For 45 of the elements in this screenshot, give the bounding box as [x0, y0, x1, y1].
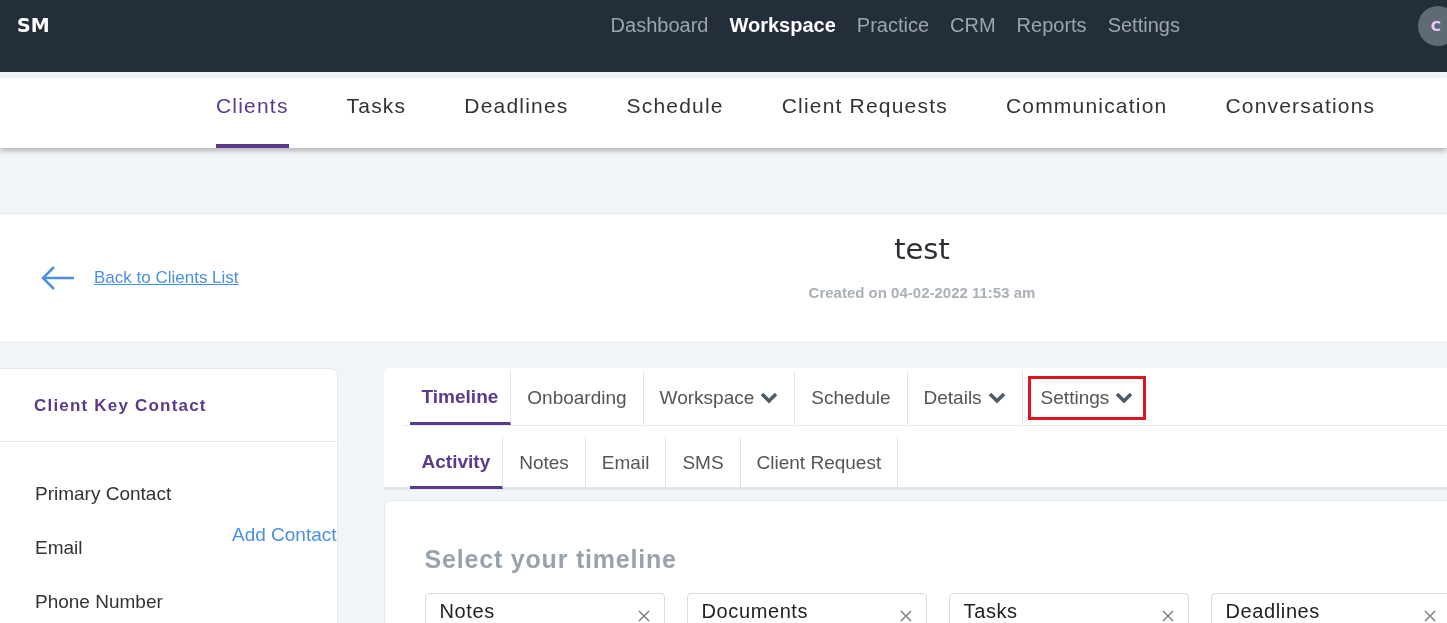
nav-link[interactable]: Reports [1016, 13, 1087, 37]
tab[interactable]: SMS [666, 437, 741, 489]
avatar[interactable]: C [1418, 6, 1447, 46]
brand-logo[interactable]: SM [17, 14, 50, 36]
close-icon[interactable] [1423, 610, 1436, 622]
client-name: test [894, 232, 950, 266]
created-date: Created on 04-02-2022 11:53 am [808, 284, 1036, 301]
card-title: Client Key Contact [0, 369, 337, 442]
tab[interactable]: Workspace [643, 371, 796, 425]
tab[interactable]: Schedule [795, 371, 908, 425]
nav-tab[interactable]: Schedule [626, 78, 724, 148]
select-field[interactable]: Notes [424, 593, 665, 623]
nav-link[interactable]: Practice [856, 13, 930, 37]
nav-tab[interactable]: Communication [1005, 78, 1168, 148]
chevron-down-icon [987, 392, 1006, 404]
chevron-down-icon [1115, 392, 1134, 404]
tab[interactable]: Onboarding [511, 371, 644, 425]
nav-tab[interactable]: Client Requests [781, 78, 948, 148]
tab[interactable]: Timeline [409, 371, 512, 425]
tab[interactable]: Details [907, 371, 1023, 425]
back-arrow-icon[interactable] [40, 265, 76, 291]
nav-link[interactable]: Dashboard [610, 13, 709, 37]
nav-tab[interactable]: Tasks [346, 78, 407, 148]
field-label: Primary Contact [35, 482, 173, 506]
tab[interactable]: Settings [1022, 371, 1152, 425]
chevron-down-icon [760, 392, 779, 404]
tab[interactable]: Client Request [740, 437, 899, 489]
field-label: Email [35, 536, 84, 560]
nav-link[interactable]: CRM [950, 13, 996, 37]
section-title: Select your timeline [424, 545, 678, 574]
select-field[interactable]: Documents [686, 593, 927, 623]
nav-tab[interactable]: Conversations [1225, 78, 1376, 148]
tab[interactable]: Email [585, 437, 667, 489]
nav-link[interactable]: Workspace [729, 13, 836, 37]
select-field[interactable]: Tasks [948, 593, 1189, 623]
field-label: Phone Number [35, 590, 164, 614]
close-icon[interactable] [899, 610, 912, 622]
select-field[interactable]: Deadlines [1210, 593, 1447, 623]
tab[interactable]: Notes [503, 437, 586, 489]
nav-tab[interactable]: Deadlines [464, 78, 569, 148]
nav-link[interactable]: Settings [1107, 13, 1180, 37]
nav-tab[interactable]: Clients [216, 78, 289, 148]
close-icon[interactable] [1161, 610, 1174, 622]
tab[interactable]: Activity [409, 437, 504, 489]
close-icon[interactable] [637, 610, 650, 622]
